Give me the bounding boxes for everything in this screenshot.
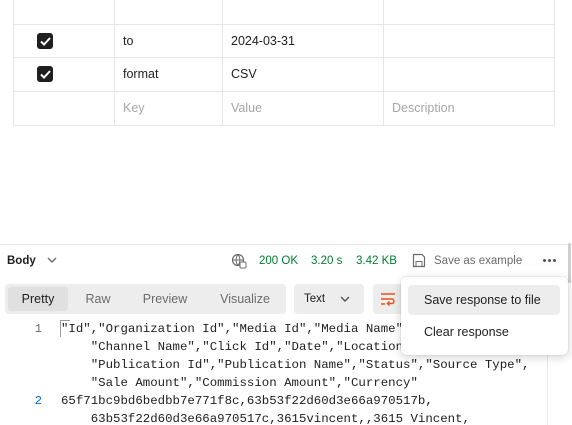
- value-placeholder: Value: [231, 101, 263, 115]
- param-value: CSV: [231, 67, 257, 81]
- save-icon: [412, 253, 426, 268]
- globe-network-icon[interactable]: [231, 253, 247, 269]
- check-icon: [39, 36, 51, 46]
- tab-pretty[interactable]: Pretty: [8, 287, 68, 311]
- code-line: "Publication Id","Publication Name","Sta…: [61, 358, 530, 372]
- code-line: "Id","Organization Id","Media Id","Media…: [61, 322, 411, 336]
- clear-response-item[interactable]: Clear response: [408, 317, 560, 347]
- save-response-to-file-item[interactable]: Save response to file: [408, 285, 560, 315]
- code-line: 65f71bc9bd6bedbb7e771f8c,63b53f22d60d3e6…: [61, 394, 433, 408]
- response-size[interactable]: 3.42 KB: [356, 255, 397, 267]
- key-placeholder: Key: [123, 101, 145, 115]
- tab-visualize[interactable]: Visualize: [207, 287, 283, 311]
- check-icon: [39, 69, 51, 79]
- param-row: format CSV: [14, 58, 554, 92]
- param-row: to 2024-03-31: [14, 25, 554, 58]
- param-to-checkbox[interactable]: [37, 33, 53, 49]
- tab-raw[interactable]: Raw: [71, 287, 125, 311]
- wrap-lines-button[interactable]: [373, 284, 403, 314]
- more-options-icon[interactable]: [543, 259, 556, 262]
- param-key: format: [123, 67, 159, 81]
- chevron-down-icon: [340, 296, 350, 302]
- format-select[interactable]: Text: [294, 284, 364, 314]
- param-format-checkbox[interactable]: [37, 66, 53, 82]
- line-number: 1: [34, 322, 42, 336]
- response-options-menu: Save response to file Clear response: [401, 277, 568, 355]
- save-as-example-button[interactable]: Save as example: [434, 255, 522, 267]
- wrap-lines-icon: [381, 293, 395, 306]
- description-placeholder: Description: [392, 101, 455, 115]
- response-view-tabs: Pretty Raw Preview Visualize: [5, 284, 286, 314]
- params-table: to 2024-03-31 format CSV Key Value Descr…: [13, 0, 555, 126]
- tab-preview[interactable]: Preview: [131, 287, 199, 311]
- param-row-empty: Key Value Description: [14, 92, 554, 126]
- format-select-value: Text: [304, 293, 326, 305]
- chevron-down-icon[interactable]: [47, 257, 57, 264]
- param-value: 2024-03-31: [231, 34, 295, 48]
- param-key: to: [123, 34, 134, 48]
- code-line: "Channel Name","Click Id","Date","Locati…: [61, 340, 411, 354]
- code-line: "Sale Amount","Commission Amount","Curre…: [61, 376, 418, 390]
- body-dropdown-label[interactable]: Body: [7, 255, 36, 267]
- response-bar: Body 200 OK 3.20 s 3.42 KB Save as examp…: [0, 244, 572, 277]
- code-line: 63b53f22d60d3e66a970517c,3615vincent,,36…: [61, 412, 470, 425]
- line-number: 2: [34, 394, 42, 408]
- param-row-partial: [14, 0, 554, 25]
- status-code[interactable]: 200 OK: [259, 255, 298, 267]
- scrollbar[interactable]: [568, 243, 571, 283]
- response-time[interactable]: 3.20 s: [311, 255, 342, 267]
